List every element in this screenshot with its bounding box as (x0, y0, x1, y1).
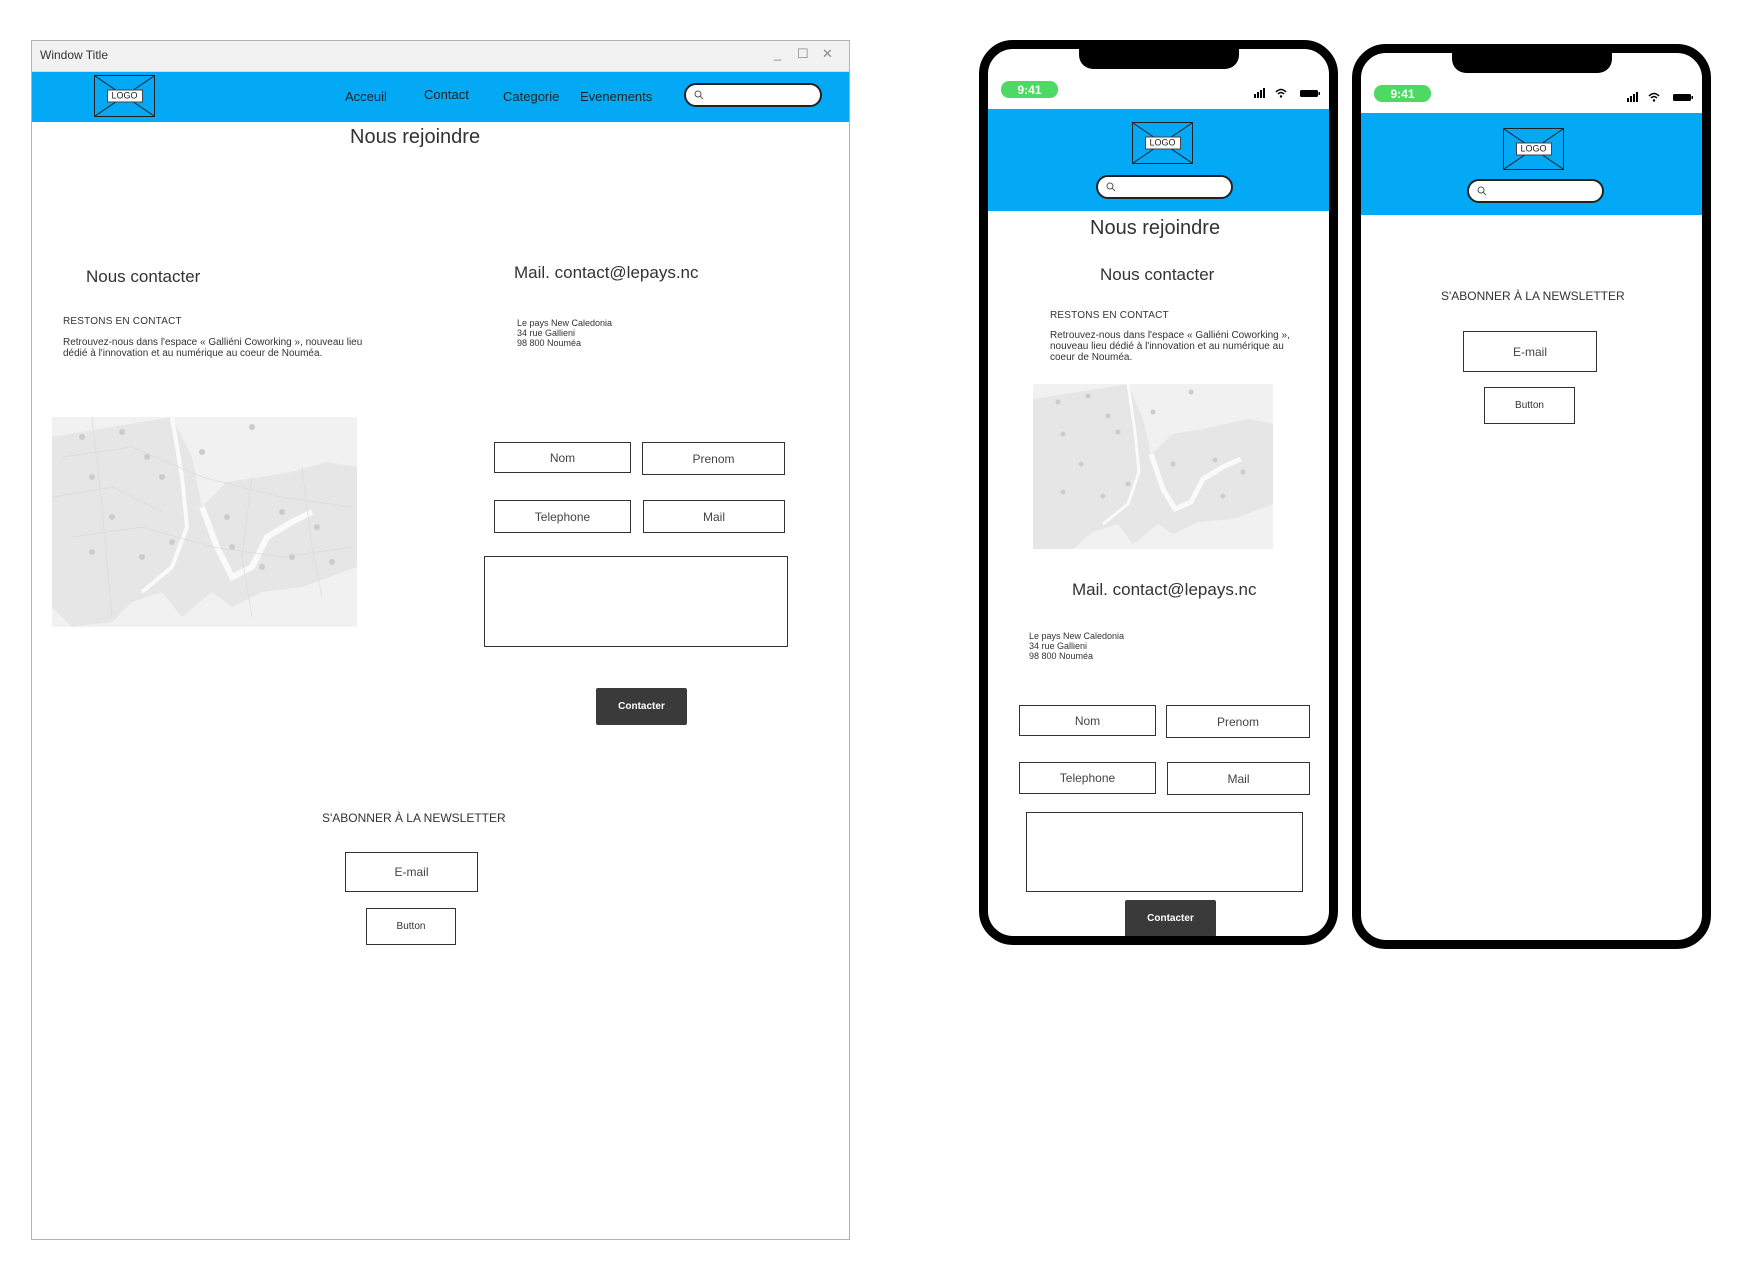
search-icon (694, 90, 704, 100)
phone-header: LOGO (988, 109, 1329, 211)
search-icon (1477, 186, 1487, 196)
contacter-button[interactable]: Contacter (1125, 900, 1216, 936)
signal-icon (1627, 92, 1638, 102)
telephone-field[interactable]: Telephone (1019, 762, 1156, 794)
nom-field[interactable]: Nom (1019, 705, 1156, 736)
newsletter-button[interactable]: Button (366, 908, 456, 945)
battery-icon (1673, 94, 1693, 101)
address-line: 98 800 Nouméa (1029, 651, 1094, 661)
newsletter-button[interactable]: Button (1484, 387, 1575, 424)
address-block: Le pays New Caledonia 34 rue Gallieni 98… (517, 318, 612, 348)
logo[interactable]: LOGO (94, 75, 155, 117)
wifi-icon (1275, 88, 1287, 98)
status-icons (1627, 92, 1693, 102)
phone-notch (1078, 49, 1239, 69)
window-titlebar: Window Title _ ☐ ✕ (32, 41, 849, 72)
search-icon (1106, 182, 1116, 192)
description-text: Retrouvez-nous dans l'espace « Galliéni … (63, 337, 363, 359)
search-input[interactable] (684, 83, 822, 107)
logo[interactable]: LOGO (1132, 122, 1193, 164)
phone-contact-mockup: 9:41 LOGO Nous rejoindre Nous contacter … (979, 40, 1338, 945)
desktop-window: Window Title _ ☐ ✕ LOGO Acceuil Contact … (31, 40, 850, 1240)
window-title: Window Title (40, 48, 109, 62)
status-time: 9:41 (1374, 85, 1431, 102)
search-input[interactable] (1096, 175, 1233, 199)
logo[interactable]: LOGO (1503, 128, 1564, 170)
mail-field[interactable]: Mail (1167, 762, 1310, 795)
address-line: 98 800 Nouméa (517, 338, 582, 348)
status-time: 9:41 (1001, 81, 1058, 98)
address-line: 34 rue Gallieni (517, 328, 576, 338)
newsletter-email-field[interactable]: E-mail (345, 852, 478, 892)
stay-in-touch-label: RESTONS EN CONTACT (1050, 310, 1169, 321)
page-title: Nous rejoindre (1090, 217, 1221, 239)
nav-link-contact[interactable]: Contact (424, 87, 469, 102)
nav-link-evenements[interactable]: Evenements (580, 89, 652, 104)
contact-heading: Nous contacter (86, 267, 201, 286)
address-block: Le pays New Caledonia 34 rue Gallieni 98… (1029, 631, 1124, 661)
top-navbar: LOGO Acceuil Contact Categorie Evenement… (32, 72, 849, 122)
contacter-button[interactable]: Contacter (596, 688, 687, 725)
minimize-button[interactable]: _ (774, 46, 781, 61)
nav-link-categorie[interactable]: Categorie (503, 89, 559, 104)
description-text: Retrouvez-nous dans l'espace « Galliéni … (1050, 330, 1290, 363)
map-image (52, 417, 357, 627)
newsletter-email-field[interactable]: E-mail (1463, 331, 1597, 372)
signal-icon (1254, 88, 1265, 98)
message-textarea[interactable] (1026, 812, 1303, 892)
address-line: Le pays New Caledonia (517, 318, 613, 328)
prenom-field[interactable]: Prenom (1166, 705, 1310, 738)
mail-field[interactable]: Mail (643, 500, 785, 533)
newsletter-heading: S'ABONNER À LA NEWSLETTER (322, 811, 506, 825)
logo-label: LOGO (1144, 136, 1181, 150)
mail-heading: Mail. contact@lepays.nc (514, 263, 699, 282)
wifi-icon (1648, 92, 1660, 102)
contact-heading: Nous contacter (1100, 265, 1215, 284)
battery-icon (1300, 90, 1320, 97)
page-title: Nous rejoindre (350, 126, 481, 148)
search-input[interactable] (1467, 179, 1604, 203)
phone-notch (1451, 53, 1612, 73)
stay-in-touch-label: RESTONS EN CONTACT (63, 316, 182, 327)
address-line: 34 rue Gallieni (1029, 641, 1088, 651)
prenom-field[interactable]: Prenom (642, 442, 785, 475)
logo-label: LOGO (106, 89, 143, 103)
map-image (1033, 384, 1273, 549)
nav-link-acceuil[interactable]: Acceuil (345, 89, 387, 104)
address-line: Le pays New Caledonia (1029, 631, 1125, 641)
logo-label: LOGO (1515, 142, 1552, 156)
close-button[interactable]: ✕ (822, 46, 833, 62)
newsletter-heading: S'ABONNER À LA NEWSLETTER (1441, 289, 1625, 303)
maximize-button[interactable]: ☐ (797, 46, 809, 62)
nom-field[interactable]: Nom (494, 442, 631, 473)
phone-newsletter-mockup: 9:41 LOGO S'ABONNER À LA NEWSLETTER E-ma… (1352, 44, 1711, 949)
status-icons (1254, 88, 1320, 98)
telephone-field[interactable]: Telephone (494, 500, 631, 533)
message-textarea[interactable] (484, 556, 788, 647)
phone-header: LOGO (1361, 113, 1702, 215)
mail-heading: Mail. contact@lepays.nc (1072, 580, 1257, 599)
